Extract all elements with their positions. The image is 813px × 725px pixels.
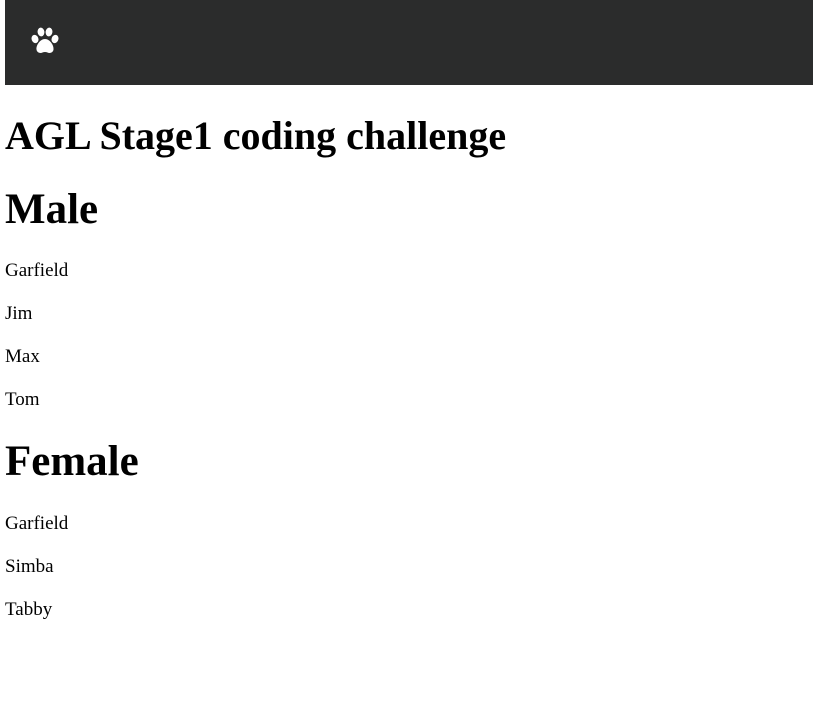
paw-icon (31, 27, 59, 53)
female-list: Garfield Simba Tabby (5, 513, 68, 642)
top-navbar (5, 0, 813, 85)
list-item: Max (5, 346, 40, 367)
male-list: Garfield Jim Max Tom (5, 260, 68, 432)
list-item: Simba (5, 556, 54, 577)
list-item: Garfield (5, 260, 69, 281)
male-heading: Male (5, 186, 99, 233)
page-title: AGL Stage1 coding challenge (5, 113, 507, 158)
female-heading: Female (5, 438, 139, 485)
brand-link[interactable] (30, 26, 60, 56)
list-item: Jim (5, 303, 33, 324)
list-item: Tom (5, 389, 40, 410)
list-item: Garfield (5, 513, 69, 534)
list-item: Tabby (5, 599, 53, 620)
